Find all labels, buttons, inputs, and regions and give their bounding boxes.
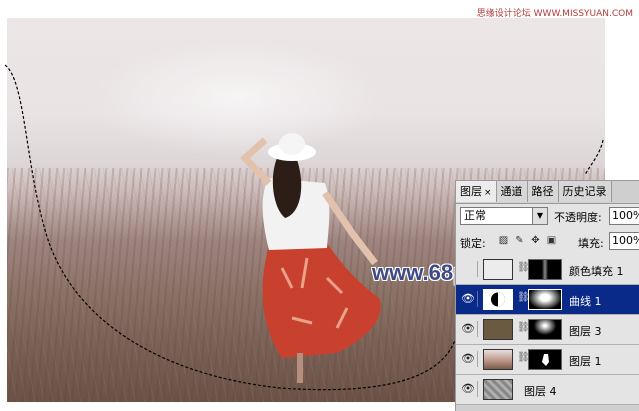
tab-channels[interactable]: 通道: [496, 181, 528, 202]
lock-label: 锁定:: [460, 237, 486, 250]
layer-name: 图层 4: [524, 385, 557, 398]
layer-thumbnail: [483, 319, 513, 340]
watermark-top: 思缘设计论坛 WWW.MISSYUAN.COM: [476, 9, 633, 19]
opacity-input[interactable]: 100%: [609, 207, 639, 225]
fill-label: 填充:: [578, 237, 604, 250]
layer-thumbnail: [483, 379, 513, 400]
lock-transparency-icon[interactable]: ▨: [498, 235, 509, 246]
layer-name: 曲线 1: [569, 295, 602, 308]
lock-all-icon[interactable]: ▣: [546, 235, 557, 246]
layer-name: 图层 3: [569, 325, 602, 338]
layer-mask-thumbnail: [528, 349, 562, 370]
eye-icon[interactable]: 👁: [459, 351, 478, 367]
blend-mode-value: 正常: [464, 209, 486, 222]
visibility-slot[interactable]: [459, 261, 478, 277]
layer-row[interactable]: 👁 图层 4: [456, 375, 639, 405]
eye-icon[interactable]: 👁: [459, 381, 478, 397]
chevron-down-icon[interactable]: ▼: [532, 208, 547, 224]
layer-thumbnail: [483, 259, 513, 280]
eye-icon[interactable]: 👁: [459, 321, 478, 337]
layer-row[interactable]: 👁 ⛓ 图层 3: [456, 315, 639, 345]
layer-mask-thumbnail: [528, 319, 562, 340]
opacity-label: 不透明度:: [554, 211, 602, 224]
layer-name: 图层 1: [569, 355, 602, 368]
fill-input[interactable]: 100%: [609, 232, 639, 250]
eye-icon[interactable]: 👁: [459, 291, 478, 307]
layer-thumbnail: [483, 349, 513, 370]
layers-panel: 图层× 通道 路径 历史记录 正常 ▼ 不透明度: 100% 锁定: ▨ ✎ ✥…: [455, 180, 639, 411]
close-icon[interactable]: ×: [484, 188, 492, 198]
tab-history-label: 历史记录: [562, 185, 607, 198]
lock-paint-icon[interactable]: ✎: [514, 235, 525, 246]
layer-row-selected[interactable]: 👁 ⛓ 曲线 1: [456, 285, 639, 315]
lock-row: 锁定: ▨ ✎ ✥ ▣ 填充: 100%: [456, 231, 639, 253]
layer-row[interactable]: ⛓ 颜色填充 1: [456, 255, 639, 285]
tab-paths[interactable]: 路径: [527, 181, 559, 202]
panel-tabs: 图层 × 通道 路径 历史记录: [456, 181, 639, 204]
tab-history[interactable]: 历史记录: [558, 181, 612, 202]
curves-adjustment-icon: [483, 289, 513, 310]
blend-row: 正常 ▼ 不透明度: 100%: [456, 206, 639, 228]
layer-mask-thumbnail: [528, 289, 562, 310]
tab-paths-label: 路径: [531, 185, 554, 198]
tab-layers[interactable]: 图层 ×: [456, 181, 497, 202]
tab-layers-label: 图层: [460, 185, 482, 198]
layer-row[interactable]: 👁 ⛓ 图层 1: [456, 345, 639, 375]
lock-move-icon[interactable]: ✥: [530, 235, 541, 246]
layer-mask-thumbnail: [528, 259, 562, 280]
layers-list: ⛓ 颜色填充 1 👁 ⛓ 曲线 1 👁 ⛓ 图层 3 👁 ⛓ 图层 1 👁 图层…: [456, 255, 639, 405]
layer-name: 颜色填充 1: [569, 265, 624, 278]
lock-icons: ▨ ✎ ✥ ▣: [498, 235, 557, 246]
blend-mode-select[interactable]: 正常 ▼: [460, 207, 548, 225]
panel-bottom-bar: [456, 405, 639, 411]
tab-channels-label: 通道: [500, 185, 523, 198]
